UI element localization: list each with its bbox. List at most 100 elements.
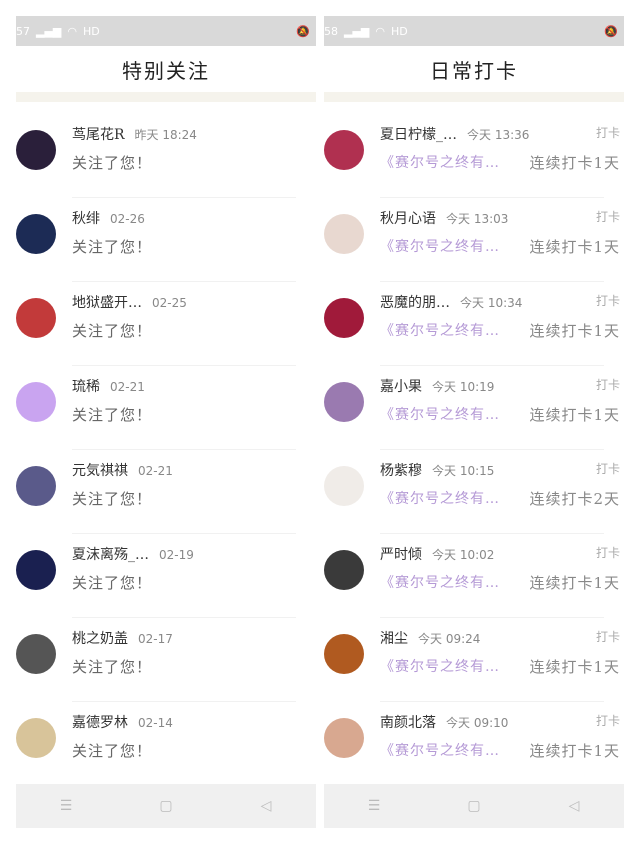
- menu-icon[interactable]: ☰: [46, 798, 86, 814]
- user-name[interactable]: 夏沫离殇_…: [72, 544, 149, 564]
- list-item[interactable]: 秋绯 02-26 关注了您！: [16, 198, 316, 282]
- avatar[interactable]: [16, 466, 56, 506]
- item-header: 夏沫离殇_… 02-19: [72, 544, 316, 564]
- avatar[interactable]: [324, 550, 364, 590]
- book-title-link[interactable]: 《赛尔号之终有…: [380, 575, 500, 591]
- item-header: 秋月心语 今天 13:03: [380, 208, 624, 228]
- user-name[interactable]: 地狱盛开…: [72, 292, 142, 312]
- wifi-icon: ◠: [375, 24, 385, 38]
- status-bar: 58 ▂▄▆ ◠ HD 🔕: [324, 16, 624, 46]
- list-item[interactable]: 夏沫离殇_… 02-19 关注了您！: [16, 534, 316, 618]
- book-title-link[interactable]: 《赛尔号之终有…: [380, 659, 500, 675]
- home-icon[interactable]: ▢: [146, 798, 186, 814]
- book-title-link[interactable]: 《赛尔号之终有…: [380, 323, 500, 339]
- back-icon[interactable]: ◁: [554, 798, 594, 814]
- item-header: 南颜北落 今天 09:10: [380, 712, 624, 732]
- user-name[interactable]: 杨紫穆: [380, 460, 422, 480]
- avatar[interactable]: [324, 718, 364, 758]
- user-name[interactable]: 嘉小果: [380, 376, 422, 396]
- avatar[interactable]: [16, 130, 56, 170]
- timestamp: 02-14: [138, 716, 173, 730]
- avatar[interactable]: [16, 382, 56, 422]
- checkin-streak: 连续打卡1天: [529, 154, 620, 172]
- list-item[interactable]: 嘉德罗林 02-14 关注了您！: [16, 702, 316, 786]
- timestamp: 今天 10:02: [432, 548, 495, 562]
- user-name[interactable]: 湘尘: [380, 628, 408, 648]
- user-name[interactable]: 元気祺祺: [72, 460, 128, 480]
- book-title-link[interactable]: 《赛尔号之终有…: [380, 407, 500, 423]
- menu-icon[interactable]: ☰: [354, 798, 394, 814]
- back-icon[interactable]: ◁: [246, 798, 286, 814]
- list-item-body: 琉稀 02-21 关注了您！: [72, 376, 316, 425]
- user-name[interactable]: 琉稀: [72, 376, 100, 396]
- list-item[interactable]: 地狱盛开… 02-25 关注了您！: [16, 282, 316, 366]
- follow-message: 关注了您！: [72, 154, 153, 172]
- avatar[interactable]: [16, 718, 56, 758]
- user-name[interactable]: 茑尾花R: [72, 124, 125, 144]
- avatar[interactable]: [16, 298, 56, 338]
- list-item-body: 南颜北落 今天 09:10 《赛尔号之终有… 打卡连续打卡1天: [380, 712, 624, 760]
- network-label: HD: [83, 24, 100, 38]
- user-name[interactable]: 严时倾: [380, 544, 422, 564]
- list-item[interactable]: 湘尘 今天 09:24 《赛尔号之终有… 打卡 连续打卡1天: [324, 618, 624, 702]
- user-name[interactable]: 桃之奶盖: [72, 628, 128, 648]
- avatar[interactable]: [324, 382, 364, 422]
- avatar[interactable]: [324, 298, 364, 338]
- follow-message: 关注了您！: [72, 490, 153, 508]
- checkin-tag: 打卡: [595, 210, 620, 224]
- network-label: HD: [391, 24, 408, 38]
- user-name[interactable]: 夏日柠檬_…: [380, 124, 457, 144]
- list-item[interactable]: 桃之奶盖 02-17 关注了您！: [16, 618, 316, 702]
- checkin-streak: 连续打卡1天: [529, 238, 620, 256]
- book-title-link[interactable]: 《赛尔号之终有…: [380, 155, 500, 171]
- list-item[interactable]: 夏日柠檬_… 今天 13:36 《赛尔号之终有… 打卡 连续打卡1天: [324, 114, 624, 198]
- user-name[interactable]: 恶魔的朋…: [380, 292, 450, 312]
- item-header: 夏日柠檬_… 今天 13:36: [380, 124, 624, 144]
- list-item[interactable]: 琉稀 02-21 关注了您！: [16, 366, 316, 450]
- timestamp: 今天 10:15: [432, 464, 495, 478]
- avatar[interactable]: [324, 634, 364, 674]
- list-item[interactable]: 秋月心语 今天 13:03 《赛尔号之终有… 打卡连续打卡1天: [324, 198, 624, 282]
- avatar[interactable]: [16, 214, 56, 254]
- follow-message: 关注了您！: [72, 742, 153, 760]
- avatar[interactable]: [324, 214, 364, 254]
- follow-message: 关注了您！: [72, 322, 153, 340]
- avatar[interactable]: [324, 130, 364, 170]
- mute-icon: 🔕: [296, 24, 310, 38]
- list-item[interactable]: 嘉小果 今天 10:19 《赛尔号之终有… 打卡 连续打卡1天: [324, 366, 624, 450]
- avatar[interactable]: [324, 466, 364, 506]
- list-item[interactable]: 严时倾 今天 10:02 《赛尔号之终有… 打卡 连续打卡1天: [324, 534, 624, 618]
- item-header: 杨紫穆 今天 10:15: [380, 460, 624, 480]
- list-item[interactable]: 杨紫穆 今天 10:15 《赛尔号之终有… 打卡 连续打卡2天: [324, 450, 624, 534]
- list-item[interactable]: 元気祺祺 02-21 关注了您！: [16, 450, 316, 534]
- wifi-icon: ◠: [67, 24, 77, 38]
- list-item-body: 湘尘 今天 09:24 《赛尔号之终有… 打卡 连续打卡1天: [380, 628, 624, 676]
- checkin-list: 夏日柠檬_… 今天 13:36 《赛尔号之终有… 打卡 连续打卡1天 秋月心语 今天 13:…: [324, 114, 624, 786]
- checkin-streak: 连续打卡1天: [529, 322, 620, 340]
- user-name[interactable]: 嘉德罗林: [72, 712, 128, 732]
- home-icon[interactable]: ▢: [454, 798, 494, 814]
- item-header: 湘尘 今天 09:24: [380, 628, 624, 648]
- timestamp: 今天 13:03: [446, 212, 509, 226]
- avatar[interactable]: [16, 634, 56, 674]
- list-item[interactable]: 茑尾花R 昨天 18:24 关注了您！: [16, 114, 316, 198]
- checkin-tag: 打卡: [595, 714, 620, 728]
- checkin-streak: 连续打卡1天: [529, 406, 620, 424]
- list-item-body: 恶魔的朋… 今天 10:34 《赛尔号之终有… 打卡 连续打卡1天: [380, 292, 624, 340]
- timestamp: 今天 10:34: [460, 296, 523, 310]
- book-title-link[interactable]: 《赛尔号之终有…: [380, 743, 500, 759]
- list-item[interactable]: 南颜北落 今天 09:10 《赛尔号之终有… 打卡连续打卡1天: [324, 702, 624, 786]
- avatar[interactable]: [16, 550, 56, 590]
- timestamp: 02-19: [159, 548, 194, 562]
- nav-bar: ☰ ▢ ◁: [324, 784, 624, 828]
- book-title-link[interactable]: 《赛尔号之终有…: [380, 239, 500, 255]
- signal-icon: ▂▄▆: [36, 24, 62, 38]
- user-name[interactable]: 秋月心语: [380, 208, 436, 228]
- list-item[interactable]: 恶魔的朋… 今天 10:34 《赛尔号之终有… 打卡 连续打卡1天: [324, 282, 624, 366]
- book-title-link[interactable]: 《赛尔号之终有…: [380, 491, 500, 507]
- timestamp: 今天 10:19: [432, 380, 495, 394]
- checkin-streak: 连续打卡1天: [529, 742, 620, 760]
- timestamp: 昨天 18:24: [134, 128, 197, 142]
- user-name[interactable]: 秋绯: [72, 208, 100, 228]
- user-name[interactable]: 南颜北落: [380, 712, 436, 732]
